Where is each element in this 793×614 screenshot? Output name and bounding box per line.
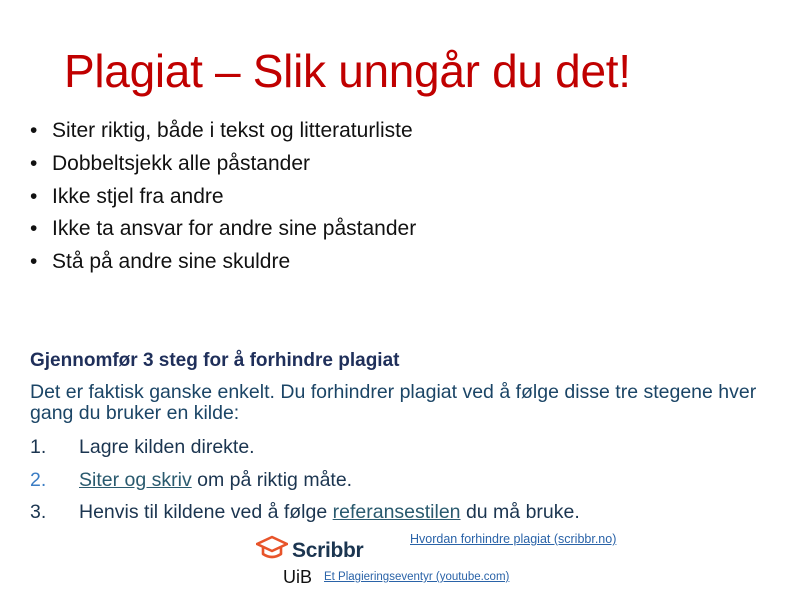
bullet-text: Stå på andre sine skuldre <box>52 250 291 274</box>
bullet-text: Dobbeltsjekk alle påstander <box>52 151 310 175</box>
scribbr-link[interactable]: Hvordan forhindre plagiat (scribbr.no) <box>410 532 616 546</box>
bullet-item: • Siter riktig, både i tekst og litteratu… <box>30 118 416 151</box>
bullet-item: • Ikke stjel fra andre <box>30 184 416 217</box>
bullet-item: • Ikke ta ansvar for andre sine påstander <box>30 216 416 249</box>
bullet-dot: • <box>30 217 38 241</box>
step-number: 2. <box>30 468 47 491</box>
bullet-list: • Siter riktig, både i tekst og litteratu… <box>30 118 416 282</box>
uib-logo: UiB <box>283 567 313 587</box>
youtube-link[interactable]: Et Plagieringseventyr (youtube.com) <box>324 571 509 583</box>
step-text: Henvis til kildene ved å følge referanse… <box>79 501 580 523</box>
bullet-dot: • <box>30 184 38 208</box>
siter-og-skriv-link[interactable]: Siter og skriv <box>79 469 192 491</box>
step-text: Siter og skriv om på riktig måte. <box>79 468 353 491</box>
bullet-item: • Dobbeltsjekk alle påstander <box>30 151 416 184</box>
bullet-dot: • <box>30 119 38 142</box>
bullet-item: • Stå på andre sine skuldre <box>30 249 416 282</box>
step-number: 1. <box>30 436 47 458</box>
step-text: Lagre kilden direkte. <box>79 436 255 458</box>
bullet-text: Siter riktig, både i tekst og litteratur… <box>52 119 413 142</box>
bullet-dot: • <box>30 250 38 274</box>
referansestilen-link[interactable]: referansestilen <box>333 501 461 523</box>
steps-heading: Gjennomfør 3 steg for å forhindre plagia… <box>30 350 400 371</box>
bullet-dot: • <box>30 151 38 175</box>
scribbr-logo: Scribbr <box>255 535 364 566</box>
bullet-text: Ikke ta ansvar for andre sine påstander <box>52 217 417 241</box>
scribbr-logo-text: Scribbr <box>292 538 364 562</box>
step-number: 3. <box>30 501 47 523</box>
bullet-text: Ikke stjel fra andre <box>52 184 224 208</box>
graduation-cap-icon <box>255 535 289 566</box>
steps-intro: Det er faktisk ganske enkelt. Du forhind… <box>30 381 757 424</box>
slide-title: Plagiat – Slik unngår du det! <box>64 45 631 97</box>
